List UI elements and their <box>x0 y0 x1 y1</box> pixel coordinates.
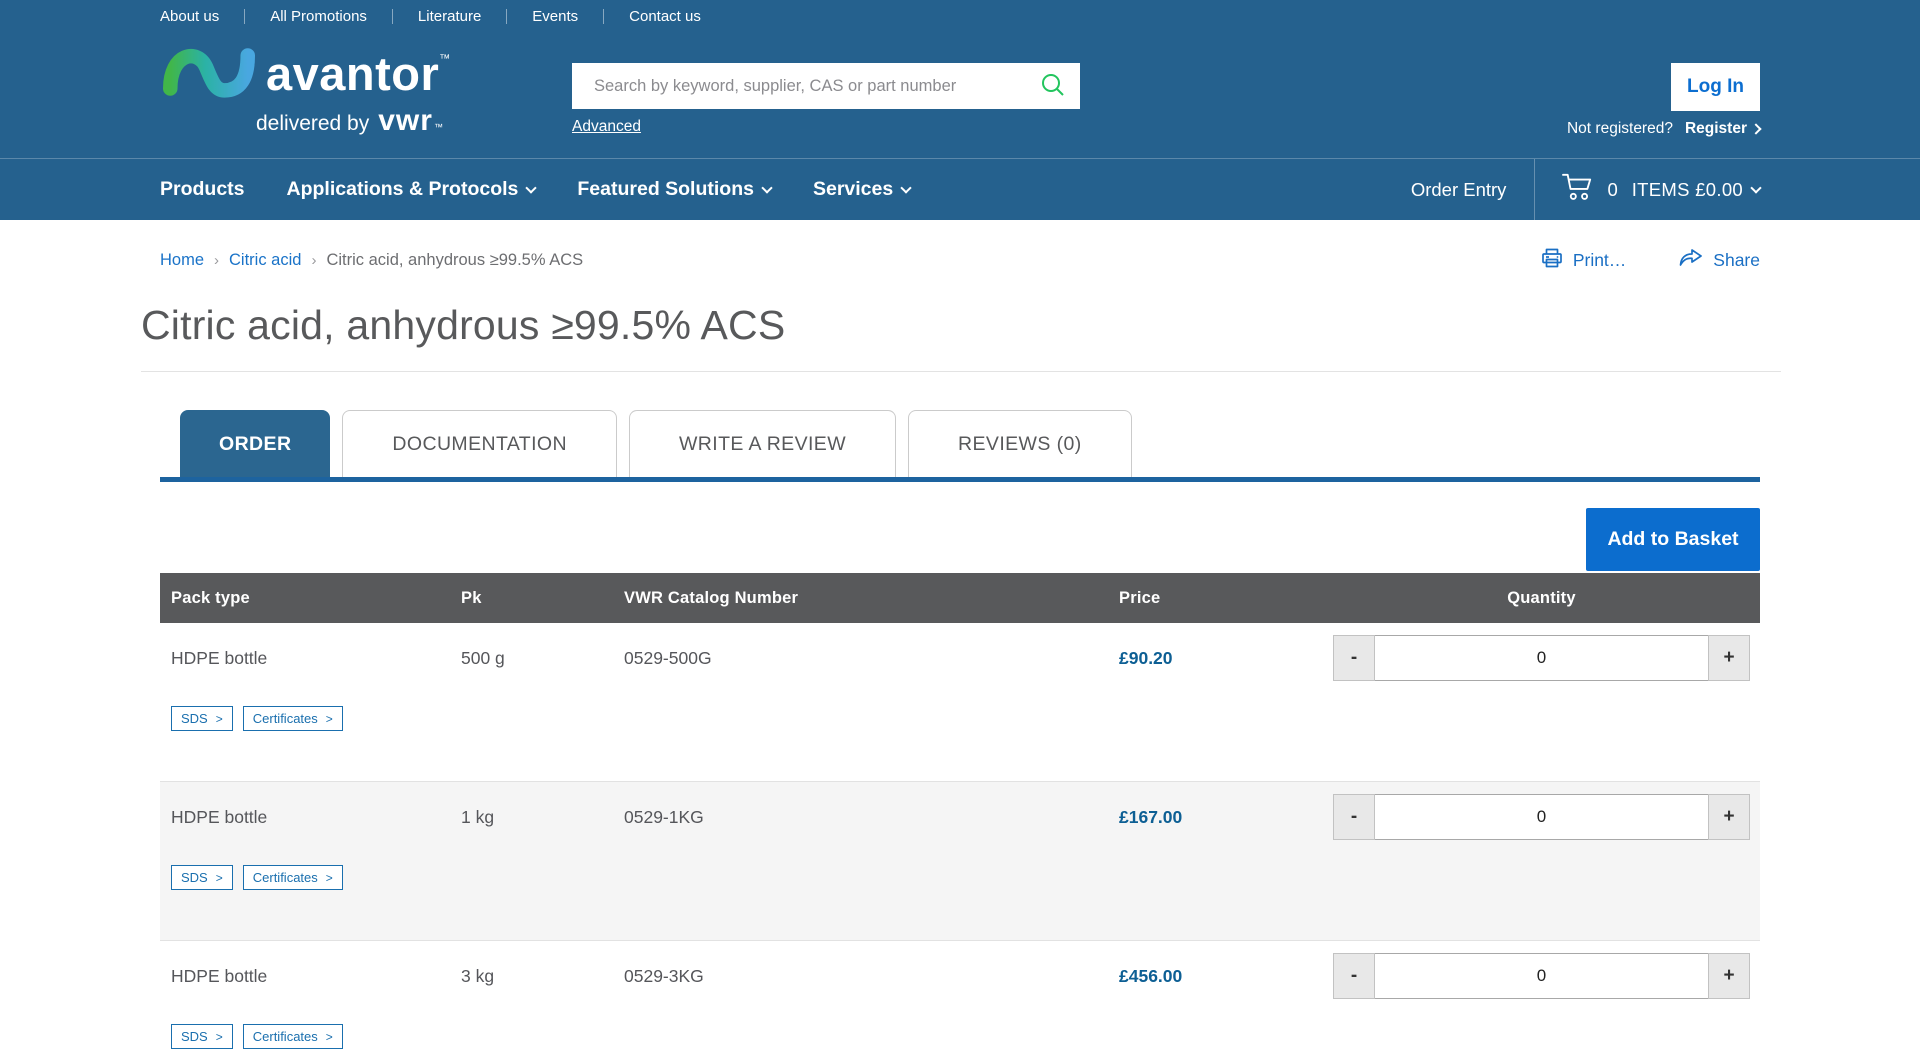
breadcrumb: Home › Citric acid › Citric acid, anhydr… <box>160 251 583 270</box>
price-value: £90.20 <box>1119 648 1333 669</box>
certificates-link[interactable]: Certificates> <box>243 706 343 731</box>
cart-total: ITEMS £0.00 <box>1632 179 1743 201</box>
utility-link-about-us[interactable]: About us <box>160 8 244 25</box>
tab-reviews[interactable]: REVIEWS (0) <box>908 410 1132 477</box>
share-label: Share <box>1713 250 1760 271</box>
pk-value: 1 kg <box>461 807 624 828</box>
cart-count: 0 <box>1607 179 1617 201</box>
quantity-input[interactable] <box>1375 953 1708 999</box>
site-header: About us All Promotions Literature Event… <box>0 0 1920 220</box>
catalog-number-value: 0529-500G <box>624 648 1119 669</box>
divider <box>141 371 1781 372</box>
log-in-button[interactable]: Log In <box>1671 63 1760 111</box>
pk-value: 500 g <box>461 648 624 669</box>
breadcrumb-separator: › <box>311 252 316 269</box>
cart-icon <box>1561 172 1595 207</box>
nav-item-products[interactable]: Products <box>160 178 245 201</box>
breadcrumb-citric-acid[interactable]: Citric acid <box>229 251 301 270</box>
register-link[interactable]: Register <box>1685 120 1747 138</box>
chevron-down-icon <box>1750 182 1761 193</box>
chevron-down-icon <box>526 182 537 193</box>
sds-link[interactable]: SDS> <box>171 1024 233 1049</box>
avantor-swoosh-icon <box>160 40 258 107</box>
search-bar <box>572 63 1080 109</box>
advanced-search-link[interactable]: Advanced <box>572 118 641 136</box>
price-value: £456.00 <box>1119 966 1333 987</box>
table-row: HDPE bottle 3 kg 0529-3KG £456.00 - + SD… <box>160 940 1760 1056</box>
certificates-link[interactable]: Certificates> <box>243 1024 343 1049</box>
breadcrumb-current: Citric acid, anhydrous ≥99.5% ACS <box>326 251 583 270</box>
active-tab-underline <box>160 477 1760 482</box>
quantity-stepper: - + <box>1333 953 1750 999</box>
nav-item-services[interactable]: Services <box>813 178 910 201</box>
pack-type-value: HDPE bottle <box>160 966 461 987</box>
quantity-increment-button[interactable]: + <box>1708 635 1750 681</box>
table-header-row: Pack type Pk VWR Catalog Number Price Qu… <box>160 573 1760 623</box>
quantity-decrement-button[interactable]: - <box>1333 635 1375 681</box>
sds-link[interactable]: SDS> <box>171 865 233 890</box>
nav-item-featured-solutions[interactable]: Featured Solutions <box>577 178 771 201</box>
quantity-increment-button[interactable]: + <box>1708 953 1750 999</box>
column-header-pk: Pk <box>461 589 624 608</box>
column-header-pack-type: Pack type <box>160 589 461 608</box>
quantity-decrement-button[interactable]: - <box>1333 794 1375 840</box>
tab-write-a-review[interactable]: WRITE A REVIEW <box>629 410 896 477</box>
table-row: HDPE bottle 1 kg 0529-1KG £167.00 - + SD… <box>160 781 1760 940</box>
search-input[interactable] <box>572 63 1026 109</box>
search-button[interactable] <box>1026 63 1080 109</box>
catalog-number-value: 0529-1KG <box>624 807 1119 828</box>
pk-value: 3 kg <box>461 966 624 987</box>
logo-wordmark: avantor™ <box>266 50 451 97</box>
utility-link-contact-us[interactable]: Contact us <box>604 8 726 25</box>
column-header-catalog-number: VWR Catalog Number <box>624 589 1119 608</box>
utility-link-all-promotions[interactable]: All Promotions <box>245 8 392 25</box>
column-header-quantity: Quantity <box>1333 589 1760 608</box>
page-title: Citric acid, anhydrous ≥99.5% ACS <box>141 301 1760 349</box>
pack-type-value: HDPE bottle <box>160 648 461 669</box>
nav-item-applications-protocols[interactable]: Applications & Protocols <box>287 178 536 201</box>
sds-link[interactable]: SDS> <box>171 706 233 731</box>
quantity-decrement-button[interactable]: - <box>1333 953 1375 999</box>
utility-nav: About us All Promotions Literature Event… <box>160 8 726 25</box>
table-row: HDPE bottle 500 g 0529-500G £90.20 - + S… <box>160 623 1760 781</box>
cart-button[interactable]: 0 ITEMS £0.00 <box>1535 172 1760 207</box>
chevron-down-icon <box>761 182 772 193</box>
quantity-input[interactable] <box>1375 635 1708 681</box>
search-icon <box>1040 72 1066 101</box>
price-value: £167.00 <box>1119 807 1333 828</box>
utility-link-literature[interactable]: Literature <box>393 8 506 25</box>
tab-bar: ORDER DOCUMENTATION WRITE A REVIEW REVIE… <box>160 410 1760 477</box>
logo-subtitle: delivered by vwr ™ <box>256 109 505 136</box>
printer-icon <box>1540 246 1564 275</box>
breadcrumb-separator: › <box>214 252 219 269</box>
tab-documentation[interactable]: DOCUMENTATION <box>342 410 617 477</box>
not-registered-label: Not registered? <box>1567 120 1673 138</box>
certificates-link[interactable]: Certificates> <box>243 865 343 890</box>
print-button[interactable]: Print… <box>1540 246 1626 275</box>
pack-type-value: HDPE bottle <box>160 807 461 828</box>
quantity-input[interactable] <box>1375 794 1708 840</box>
share-button[interactable]: Share <box>1678 246 1760 275</box>
print-label: Print… <box>1573 250 1626 271</box>
chevron-right-icon <box>1750 123 1761 134</box>
share-icon <box>1678 246 1704 275</box>
utility-link-events[interactable]: Events <box>507 8 603 25</box>
column-header-price: Price <box>1119 589 1333 608</box>
tab-order[interactable]: ORDER <box>180 410 330 477</box>
breadcrumb-home[interactable]: Home <box>160 251 204 270</box>
avantor-vwr-logo[interactable]: avantor™ delivered by vwr ™ <box>160 40 505 136</box>
quantity-increment-button[interactable]: + <box>1708 794 1750 840</box>
order-entry-link[interactable]: Order Entry <box>1411 179 1535 201</box>
quantity-stepper: - + <box>1333 635 1750 681</box>
quantity-stepper: - + <box>1333 794 1750 840</box>
product-table: Pack type Pk VWR Catalog Number Price Qu… <box>160 573 1760 1056</box>
main-content: Home › Citric acid › Citric acid, anhydr… <box>160 246 1760 1056</box>
chevron-down-icon <box>901 182 912 193</box>
add-to-basket-button[interactable]: Add to Basket <box>1586 508 1760 571</box>
main-nav: Products Applications & Protocols Featur… <box>0 158 1920 220</box>
catalog-number-value: 0529-3KG <box>624 966 1119 987</box>
